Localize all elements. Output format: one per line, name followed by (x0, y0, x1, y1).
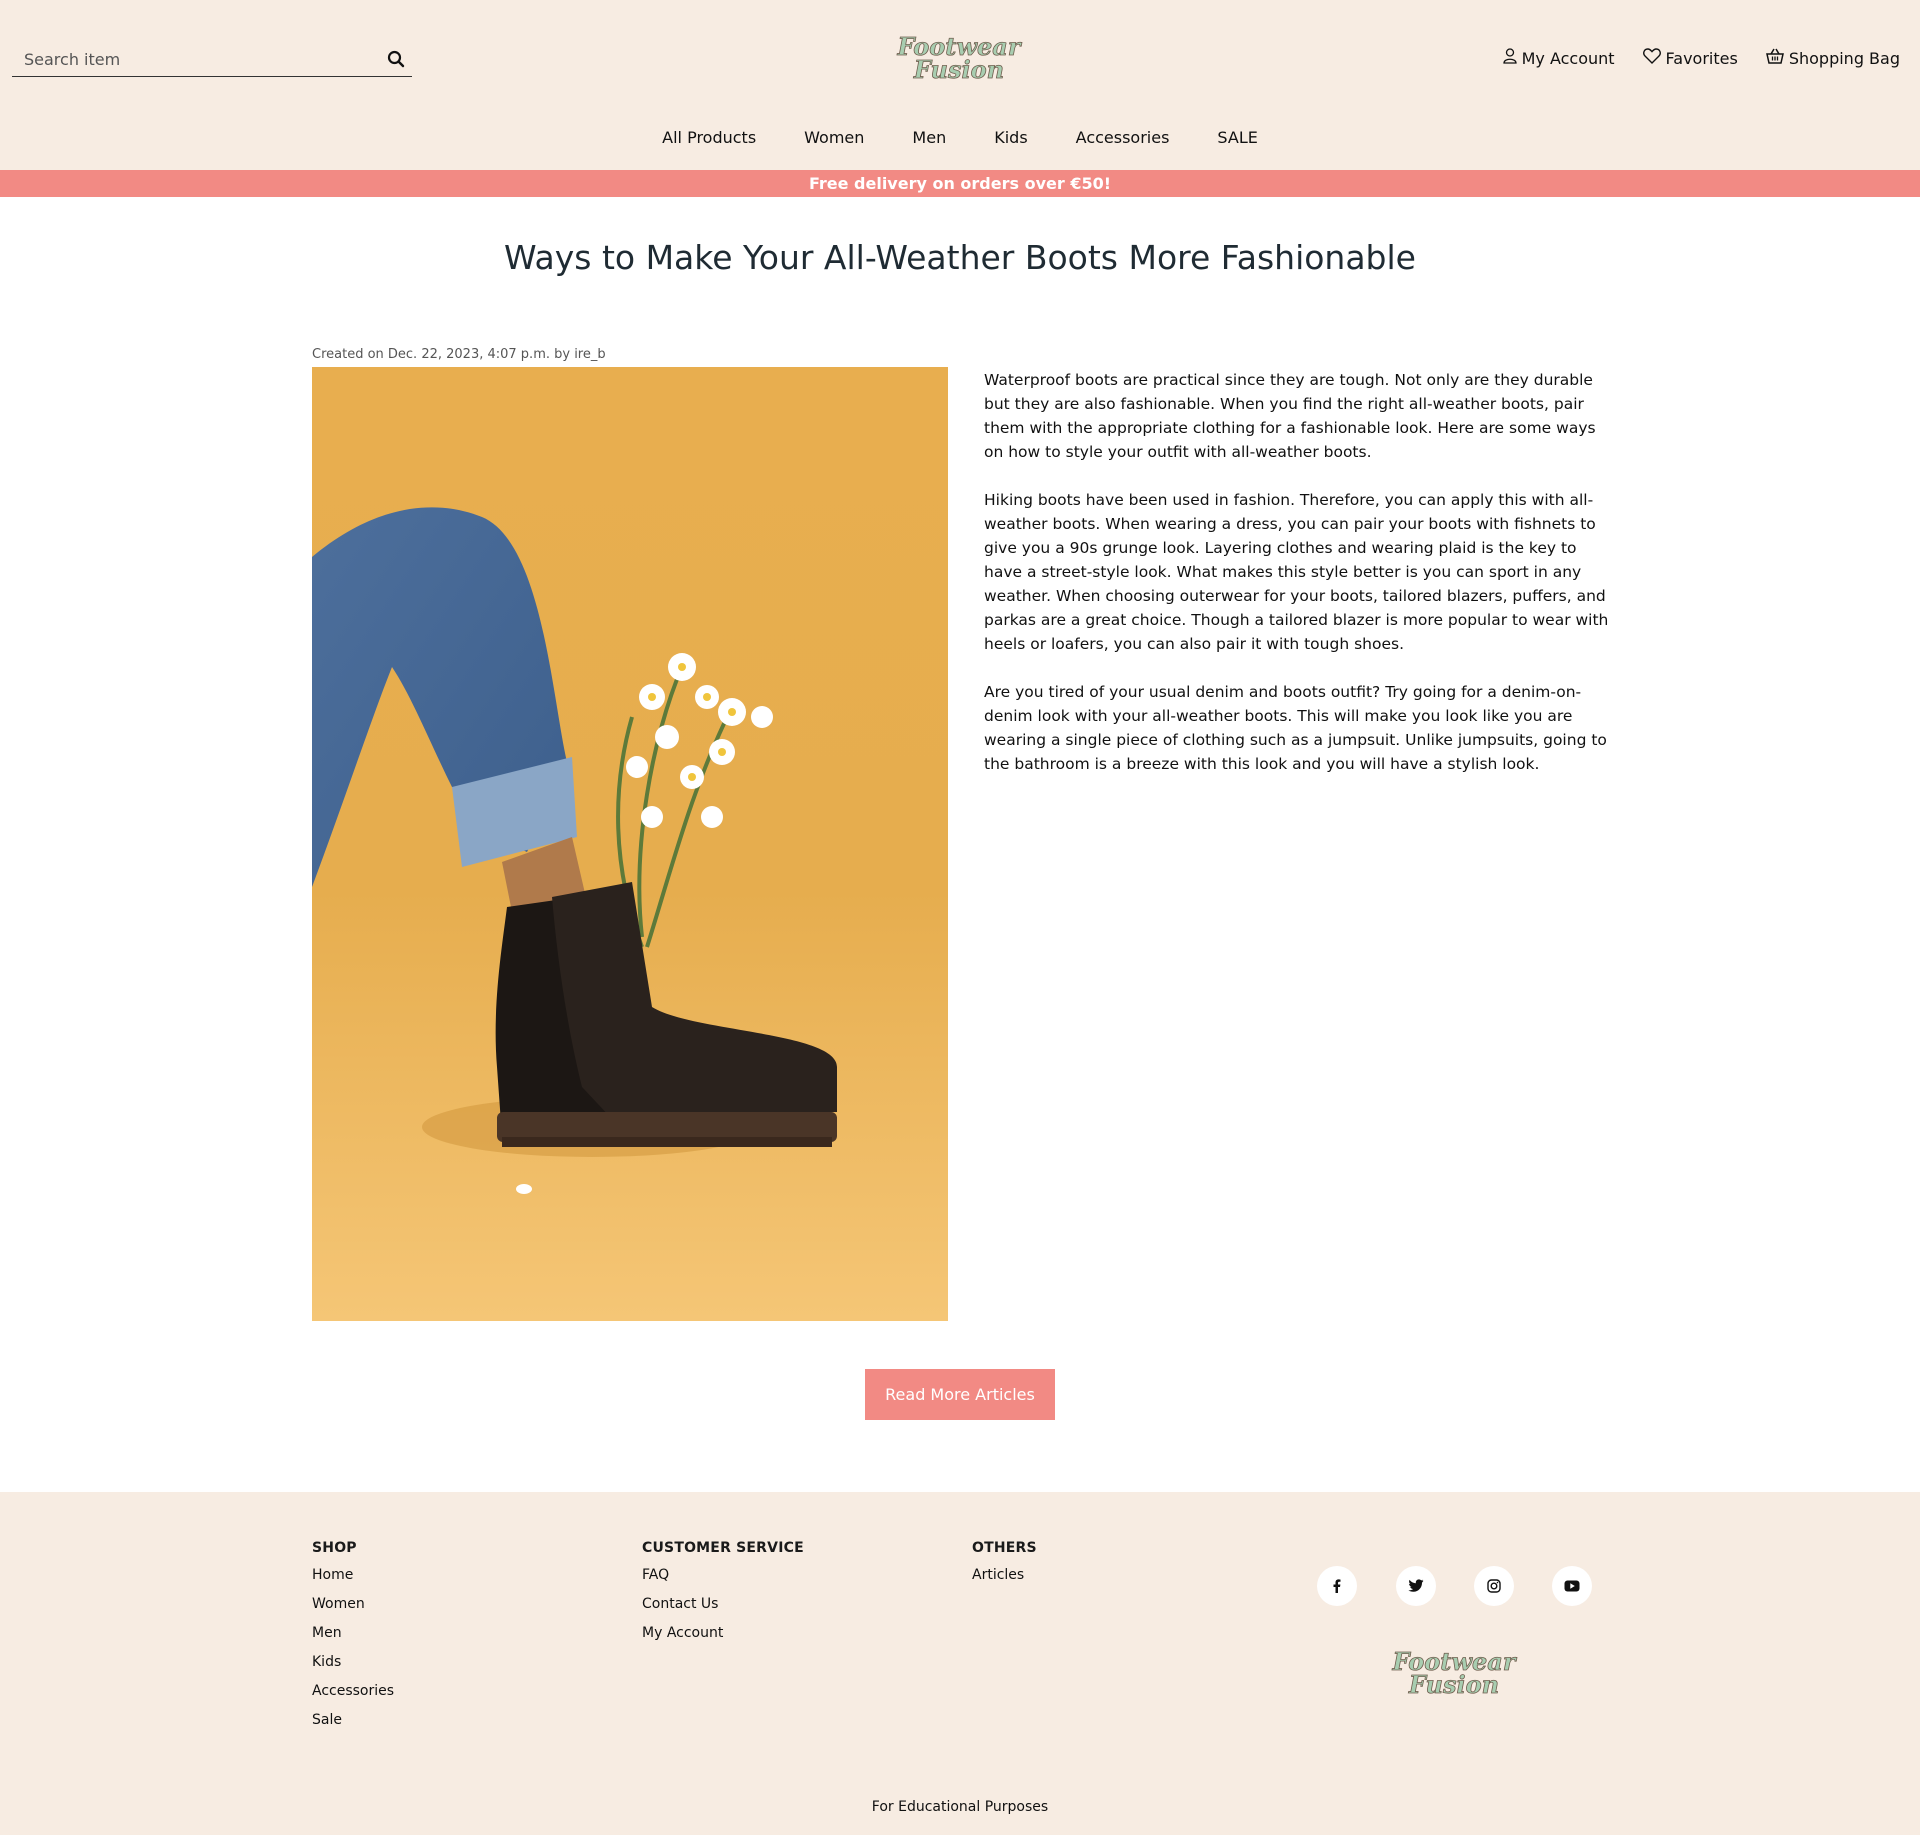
brand-logo[interactable]: Footwear Fusion (895, 28, 1025, 88)
shopping-bag-label: Shopping Bag (1788, 48, 1900, 68)
my-account-link[interactable]: My Account (1502, 48, 1615, 68)
article-paragraph: Hiking boots have been used in fashion. … (984, 491, 1609, 653)
footer-link-women[interactable]: Women (312, 1595, 394, 1624)
footer-link-contact-us[interactable]: Contact Us (642, 1595, 804, 1624)
facebook-icon[interactable] (1317, 1566, 1357, 1606)
user-icon (1502, 48, 1517, 68)
footer-link-sale[interactable]: Sale (312, 1711, 394, 1740)
search-bar (12, 43, 412, 77)
nav-all-products[interactable]: All Products (662, 128, 756, 147)
footer-brand-logo[interactable]: Footwear Fusion (1390, 1643, 1520, 1703)
footer-others-column: OTHERS Articles (972, 1540, 1037, 1595)
footer-shop-column: SHOP Home Women Men Kids Accessories Sal… (312, 1540, 394, 1740)
instagram-icon[interactable] (1474, 1566, 1514, 1606)
nav-kids[interactable]: Kids (994, 128, 1027, 147)
search-input[interactable] (12, 43, 372, 75)
read-more-articles-button[interactable]: Read More Articles (865, 1369, 1055, 1420)
footer-link-kids[interactable]: Kids (312, 1653, 394, 1682)
site-footer (0, 1492, 1920, 1835)
favorites-label: Favorites (1665, 48, 1738, 68)
footer-link-articles[interactable]: Articles (972, 1566, 1037, 1595)
footer-link-home[interactable]: Home (312, 1566, 394, 1595)
svg-text:Fusion: Fusion (1408, 1670, 1499, 1699)
article-title: Ways to Make Your All-Weather Boots More… (504, 238, 1416, 277)
footer-link-men[interactable]: Men (312, 1624, 394, 1653)
footer-link-accessories[interactable]: Accessories (312, 1682, 394, 1711)
my-account-label: My Account (1521, 48, 1615, 68)
promo-banner: Free delivery on orders over €50! (0, 170, 1920, 197)
shopping-bag-link[interactable]: Shopping Bag (1765, 48, 1900, 68)
nav-men[interactable]: Men (912, 128, 946, 147)
site-header: Footwear Fusion My Account Favorites (0, 0, 1920, 170)
footer-customer-service-column: CUSTOMER SERVICE FAQ Contact Us My Accou… (642, 1540, 804, 1653)
footer-shop-heading: SHOP (312, 1540, 357, 1556)
twitter-icon[interactable] (1396, 1566, 1436, 1606)
article-paragraph: Are you tired of your usual denim and bo… (984, 683, 1607, 773)
youtube-icon[interactable] (1552, 1566, 1592, 1606)
footer-others-heading: OTHERS (972, 1540, 1037, 1556)
nav-accessories[interactable]: Accessories (1076, 128, 1170, 147)
basket-icon (1765, 48, 1784, 68)
article-meta: Created on Dec. 22, 2023, 4:07 p.m. by i… (312, 347, 606, 362)
footer-note: For Educational Purposes (871, 1799, 1049, 1815)
account-nav: My Account Favorites Shopping Bag (1502, 48, 1900, 68)
search-icon[interactable] (384, 47, 408, 71)
article-paragraph: Waterproof boots are practical since the… (984, 371, 1596, 461)
favorites-link[interactable]: Favorites (1642, 48, 1738, 68)
footer-link-my-account[interactable]: My Account (642, 1624, 804, 1653)
nav-sale[interactable]: SALE (1217, 128, 1257, 147)
heart-icon (1642, 48, 1661, 68)
main-nav: All Products Women Men Kids Accessories … (0, 128, 1920, 147)
footer-link-faq[interactable]: FAQ (642, 1566, 804, 1595)
nav-women[interactable]: Women (804, 128, 864, 147)
article-hero-image (312, 367, 948, 1321)
article-body: Waterproof boots are practical since the… (984, 368, 1609, 800)
footer-customer-service-heading: CUSTOMER SERVICE (642, 1540, 804, 1556)
svg-text:Fusion: Fusion (913, 55, 1004, 84)
